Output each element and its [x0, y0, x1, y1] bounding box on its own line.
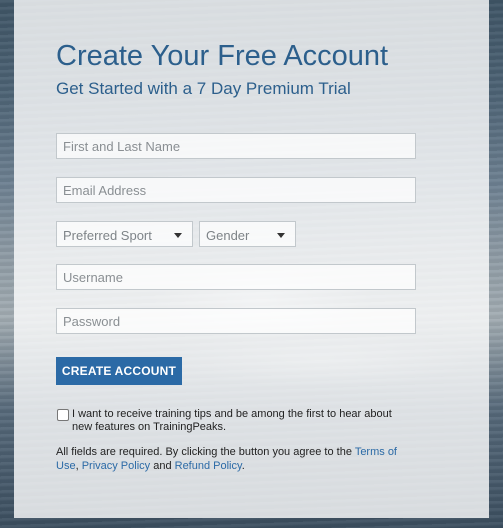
legal-suffix: . [241, 460, 245, 472]
privacy-policy-link[interactable]: Privacy Policy [82, 460, 150, 472]
legal-notice: All fields are required. By clicking the… [56, 445, 411, 473]
chevron-down-icon [277, 233, 285, 238]
newsletter-checkbox[interactable] [57, 409, 69, 421]
preferred-sport-value: Preferred Sport [63, 228, 152, 243]
page-title: Create Your Free Account [56, 40, 389, 72]
page-subtitle: Get Started with a 7 Day Premium Trial [56, 79, 351, 98]
chevron-down-icon [174, 233, 182, 238]
legal-sep2: and [150, 460, 175, 472]
signup-panel [14, 0, 489, 518]
gender-value: Gender [206, 228, 250, 243]
preferred-sport-select[interactable]: Preferred Sport [56, 221, 193, 247]
username-input[interactable] [56, 264, 416, 290]
legal-prefix: All fields are required. By clicking the… [56, 446, 355, 458]
newsletter-option: I want to receive training tips and be a… [56, 408, 406, 434]
password-input[interactable] [56, 308, 416, 334]
refund-policy-link[interactable]: Refund Policy [175, 460, 242, 472]
newsletter-label: I want to receive training tips and be a… [56, 408, 406, 434]
name-input[interactable] [56, 133, 416, 159]
gender-select[interactable]: Gender [199, 221, 296, 247]
newsletter-label-line1: I want to receive training tips and be a… [72, 408, 392, 420]
email-input[interactable] [56, 177, 416, 203]
newsletter-label-line2: new features on TrainingPeaks. [72, 421, 227, 433]
create-account-button[interactable]: CREATE ACCOUNT [56, 357, 182, 385]
